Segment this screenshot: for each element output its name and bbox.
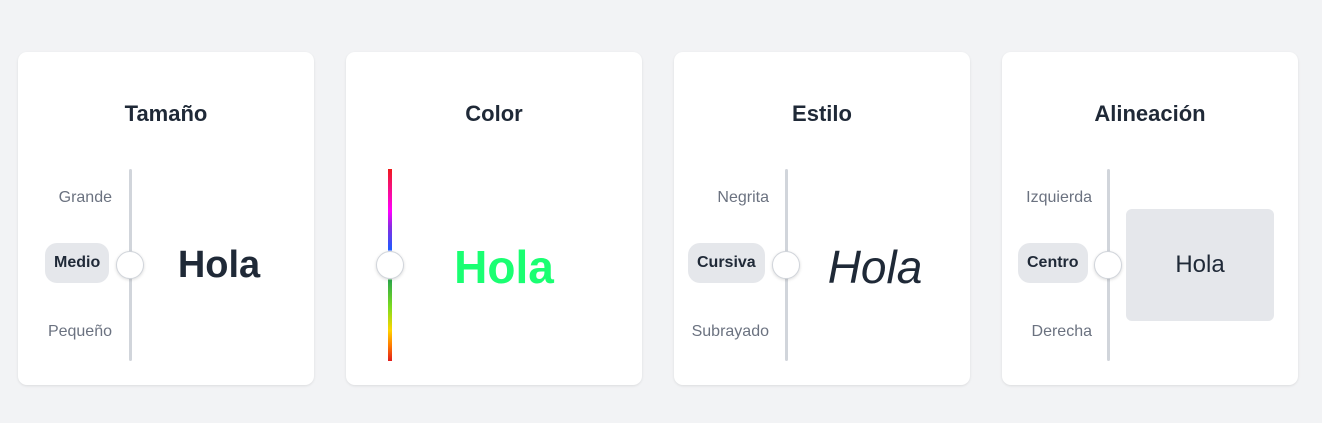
style-slider-knob[interactable] [772,251,800,279]
alignment-preview-box: Hola [1126,209,1274,321]
alignment-slider-knob[interactable] [1094,251,1122,279]
alignment-card: Alineación Izquierda Centro Derecha Hola [1002,52,1298,385]
style-preview-text: Hola [827,241,923,293]
card-title: Estilo [792,101,852,126]
option-negrita[interactable]: Negrita [717,189,769,207]
option-grande[interactable]: Grande [59,189,112,207]
style-card: Estilo Negrita Cursiva Subrayado Hola [674,52,970,385]
alignment-preview-text: Hola [1175,251,1225,278]
option-izquierda[interactable]: Izquierda [1026,189,1092,207]
option-pequeno[interactable]: Pequeño [48,323,112,341]
card-title: Alineación [1094,101,1206,126]
card-title: Tamaño [124,101,208,126]
size-preview-text: Hola [177,244,261,286]
option-subrayado[interactable]: Subrayado [692,323,769,341]
color-preview-text: Hola [454,241,554,293]
card-title: Color [465,101,523,126]
option-centro-selected[interactable]: Centro [1018,243,1088,283]
size-card: Tamaño Grande Medio Pequeño Hola [18,52,314,385]
color-slider-knob[interactable] [376,251,404,279]
option-cursiva-selected[interactable]: Cursiva [688,243,765,283]
color-card: Color Hola [346,52,642,385]
option-medio-selected[interactable]: Medio [45,243,110,283]
size-slider-knob[interactable] [116,251,144,279]
option-derecha[interactable]: Derecha [1032,323,1092,341]
